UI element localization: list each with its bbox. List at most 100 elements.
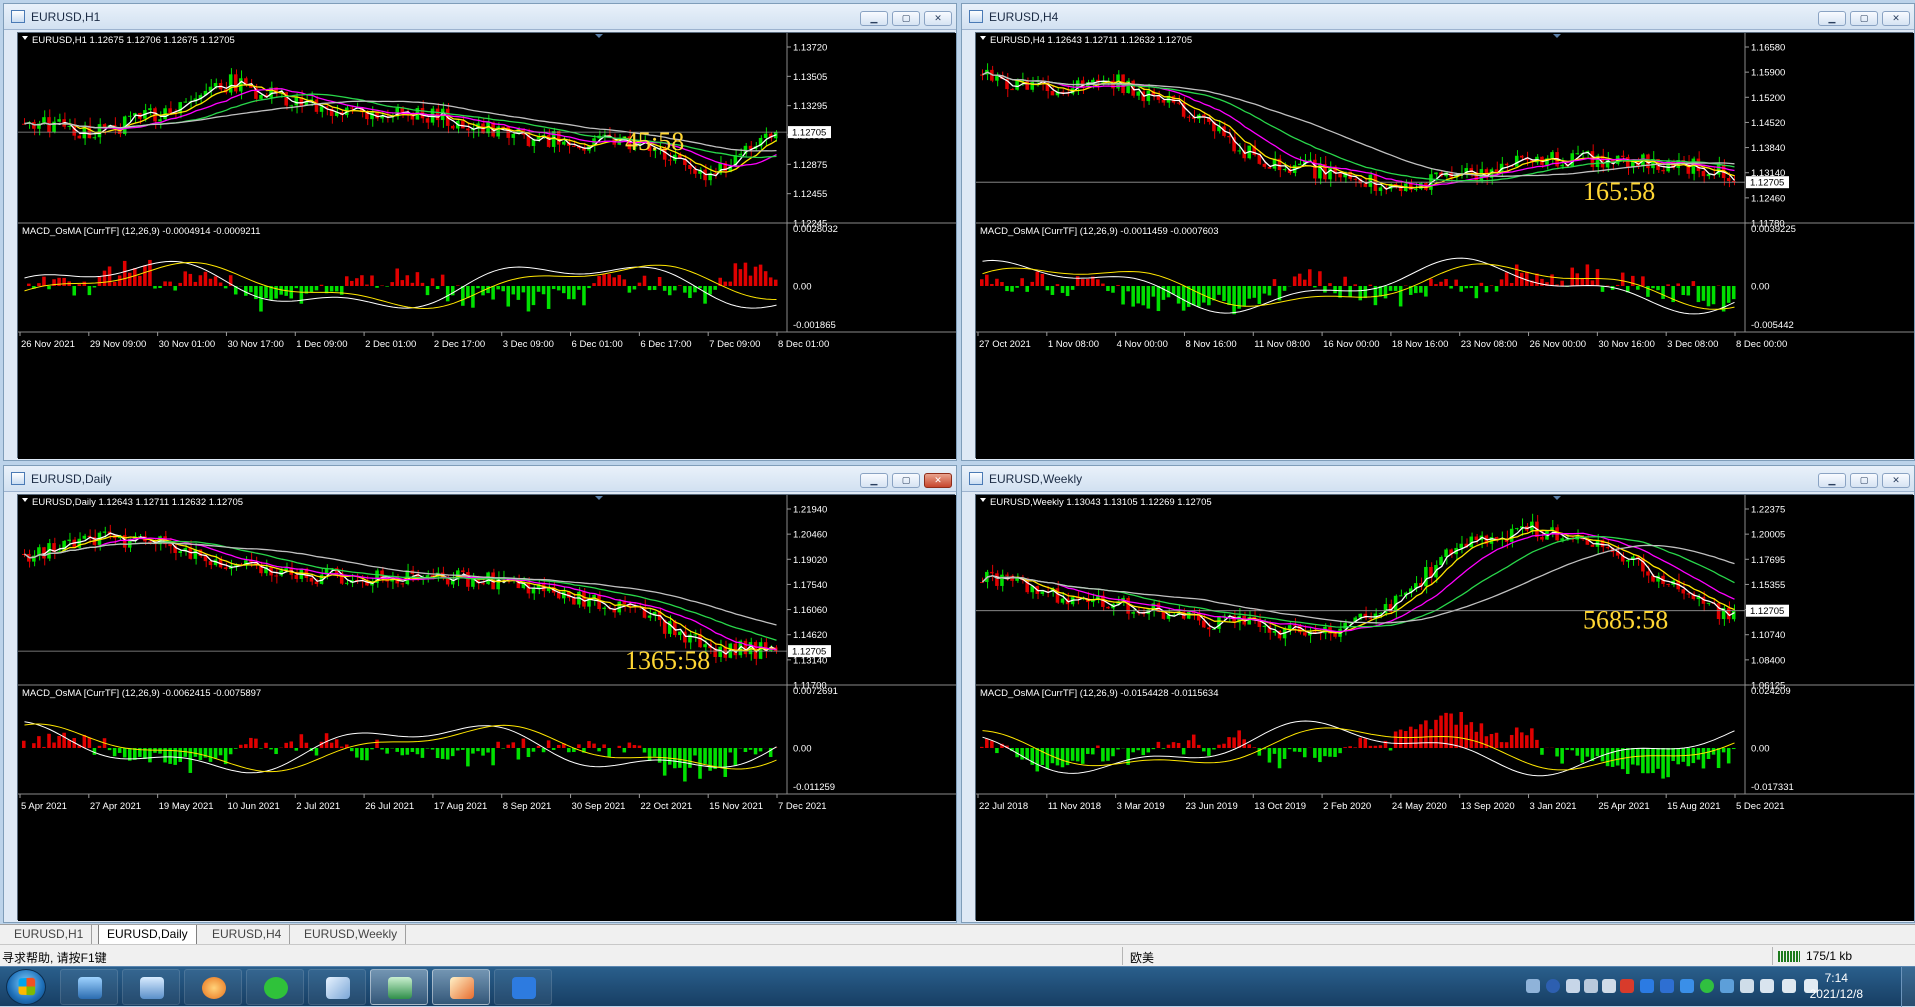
tab-eurusd-daily[interactable]: EURUSD,Daily bbox=[98, 925, 197, 945]
macd-histogram-bar bbox=[178, 748, 182, 762]
macd-histogram-bar bbox=[1182, 748, 1186, 754]
volume-icon[interactable] bbox=[1740, 979, 1754, 993]
taskbar-app-paint[interactable] bbox=[432, 969, 490, 1005]
cloud-icon[interactable] bbox=[1680, 979, 1694, 993]
chart-area[interactable]: EURUSD,H4 1.12643 1.12711 1.12632 1.1270… bbox=[975, 32, 1913, 458]
minimize-button[interactable]: ▁ bbox=[1818, 473, 1846, 488]
taskbar-app-wechat[interactable] bbox=[246, 969, 304, 1005]
macd-histogram-bar bbox=[406, 275, 410, 286]
macd-histogram-bar bbox=[1353, 747, 1357, 748]
wps-icon[interactable] bbox=[1620, 979, 1634, 993]
chart-canvas[interactable]: EURUSD,Weekly 1.13043 1.13105 1.12269 1.… bbox=[976, 495, 1914, 921]
macd-histogram-bar bbox=[1222, 744, 1226, 748]
taskbar-app-trading-terminal[interactable] bbox=[370, 969, 428, 1005]
status-profile[interactable]: 欧美 bbox=[1130, 949, 1154, 966]
chart-window-eurusd-weekly[interactable]: EURUSD,Weekly ▁ ▢ ✕ EURUSD,Weekly 1.1304… bbox=[961, 465, 1915, 923]
candle-body bbox=[1434, 173, 1438, 175]
taskbar-app-desktop[interactable] bbox=[60, 969, 118, 1005]
macd-histogram-bar bbox=[1167, 745, 1171, 748]
window-titlebar[interactable]: EURUSD,H4 ▁ ▢ ✕ bbox=[962, 4, 1914, 30]
macd-histogram-bar bbox=[1464, 286, 1468, 288]
maximize-button[interactable]: ▢ bbox=[892, 11, 920, 26]
candle-body bbox=[1646, 571, 1650, 575]
chart-window-eurusd-daily[interactable]: EURUSD,Daily ▁ ▢ ✕ EURUSD,Daily 1.12643 … bbox=[3, 465, 957, 923]
macd-histogram-bar bbox=[1717, 748, 1721, 768]
window-titlebar[interactable]: EURUSD,H1 ▁ ▢ ✕ bbox=[4, 4, 956, 30]
maximize-button[interactable]: ▢ bbox=[1850, 11, 1878, 26]
macd-histogram-bar bbox=[537, 746, 541, 748]
macd-histogram-bar bbox=[295, 286, 299, 288]
candle-body bbox=[718, 647, 722, 657]
keyboard-icon[interactable] bbox=[1526, 979, 1540, 993]
app-tray-icon[interactable] bbox=[1640, 979, 1654, 993]
close-button[interactable]: ✕ bbox=[924, 11, 952, 26]
macd-histogram-bar bbox=[1666, 284, 1670, 286]
shield-icon[interactable] bbox=[1660, 979, 1674, 993]
chart-canvas[interactable]: EURUSD,H4 1.12643 1.12711 1.12632 1.1270… bbox=[976, 33, 1914, 459]
candle-body bbox=[1560, 165, 1564, 167]
system-clock[interactable]: 7:14 2021/12/8 bbox=[1810, 970, 1863, 1002]
start-button[interactable] bbox=[6, 969, 46, 1005]
macd-histogram-bar bbox=[688, 748, 692, 768]
taskbar-app-browser[interactable] bbox=[184, 969, 242, 1005]
macd-histogram-bar bbox=[32, 743, 36, 748]
macd-histogram-bar bbox=[310, 286, 314, 292]
window-title: EURUSD,Weekly bbox=[989, 472, 1082, 486]
close-button[interactable]: ✕ bbox=[1882, 11, 1910, 26]
tool-icon[interactable] bbox=[1584, 979, 1598, 993]
macd-histogram-bar bbox=[648, 748, 652, 761]
chart-canvas[interactable]: EURUSD,H1 1.12675 1.12706 1.12675 1.1270… bbox=[18, 33, 956, 459]
speaker-icon[interactable] bbox=[1760, 979, 1774, 993]
chart-canvas[interactable]: EURUSD,Daily 1.12643 1.12711 1.12632 1.1… bbox=[18, 495, 956, 921]
chart-window-eurusd-h1[interactable]: EURUSD,H1 ▁ ▢ ✕ EURUSD,H1 1.12675 1.1270… bbox=[3, 3, 957, 461]
macd-histogram-bar bbox=[194, 282, 198, 286]
taskbar-app-control-panel[interactable] bbox=[122, 969, 180, 1005]
macd-histogram-bar bbox=[1596, 269, 1600, 286]
tab-eurusd-h1[interactable]: EURUSD,H1 bbox=[6, 925, 92, 945]
macd-histogram-bar bbox=[1071, 286, 1075, 290]
tab-eurusd-h4[interactable]: EURUSD,H4 bbox=[204, 925, 290, 945]
window-titlebar[interactable]: EURUSD,Daily ▁ ▢ ✕ bbox=[4, 466, 956, 492]
macd-indicator-header: MACD_OsMA [CurrTF] (12,26,9) -0.0011459 … bbox=[980, 226, 1219, 237]
window-titlebar[interactable]: EURUSD,Weekly ▁ ▢ ✕ bbox=[962, 466, 1914, 492]
minimize-button[interactable]: ▁ bbox=[860, 11, 888, 26]
show-desktop-button[interactable] bbox=[1901, 967, 1915, 1007]
tab-eurusd-weekly[interactable]: EURUSD,Weekly bbox=[296, 925, 406, 945]
macd-histogram-bar bbox=[1293, 276, 1297, 286]
macd-histogram-bar bbox=[264, 286, 268, 298]
mute-icon[interactable] bbox=[1782, 979, 1796, 993]
macd-histogram-bar bbox=[1681, 748, 1685, 762]
macd-histogram-bar bbox=[1454, 280, 1458, 286]
network-icon[interactable] bbox=[1566, 979, 1580, 993]
macd-histogram-bar bbox=[668, 748, 672, 765]
macd-histogram-bar bbox=[466, 748, 470, 766]
minimize-button[interactable]: ▁ bbox=[1818, 11, 1846, 26]
minimize-button[interactable]: ▁ bbox=[860, 473, 888, 488]
maximize-button[interactable]: ▢ bbox=[892, 473, 920, 488]
macd-histogram-bar bbox=[1338, 748, 1342, 753]
close-button[interactable]: ✕ bbox=[1882, 473, 1910, 488]
chart-area[interactable]: EURUSD,Weekly 1.13043 1.13105 1.12269 1.… bbox=[975, 494, 1913, 920]
usb-icon[interactable] bbox=[1602, 979, 1616, 993]
taskbar-app-editor[interactable] bbox=[494, 969, 552, 1005]
paint-icon bbox=[450, 977, 474, 999]
chart-area[interactable]: EURUSD,H1 1.12675 1.12706 1.12675 1.1270… bbox=[17, 32, 955, 458]
chart-window-eurusd-h4[interactable]: EURUSD,H4 ▁ ▢ ✕ EURUSD,H4 1.12643 1.1271… bbox=[961, 3, 1915, 461]
taskbar-app-notes[interactable] bbox=[308, 969, 366, 1005]
macd-histogram-bar bbox=[653, 748, 657, 757]
help-icon[interactable] bbox=[1546, 979, 1560, 993]
macd-histogram-bar bbox=[350, 281, 354, 286]
maximize-button[interactable]: ▢ bbox=[1850, 473, 1878, 488]
display-icon[interactable] bbox=[1720, 979, 1734, 993]
wechat-tray-icon[interactable] bbox=[1700, 979, 1714, 993]
time-tick-label: 15 Aug 2021 bbox=[1667, 801, 1720, 812]
macd-histogram-bar bbox=[173, 286, 177, 291]
close-button[interactable]: ✕ bbox=[924, 473, 952, 488]
candle-body bbox=[103, 532, 107, 533]
price-tick-label: 1.12460 bbox=[1751, 193, 1785, 204]
chart-area[interactable]: EURUSD,Daily 1.12643 1.12711 1.12632 1.1… bbox=[17, 494, 955, 920]
macd-histogram-bar bbox=[1258, 748, 1262, 756]
macd-histogram-bar bbox=[98, 276, 102, 286]
macd-histogram-bar bbox=[1475, 732, 1479, 748]
macd-histogram-bar bbox=[1121, 286, 1125, 304]
